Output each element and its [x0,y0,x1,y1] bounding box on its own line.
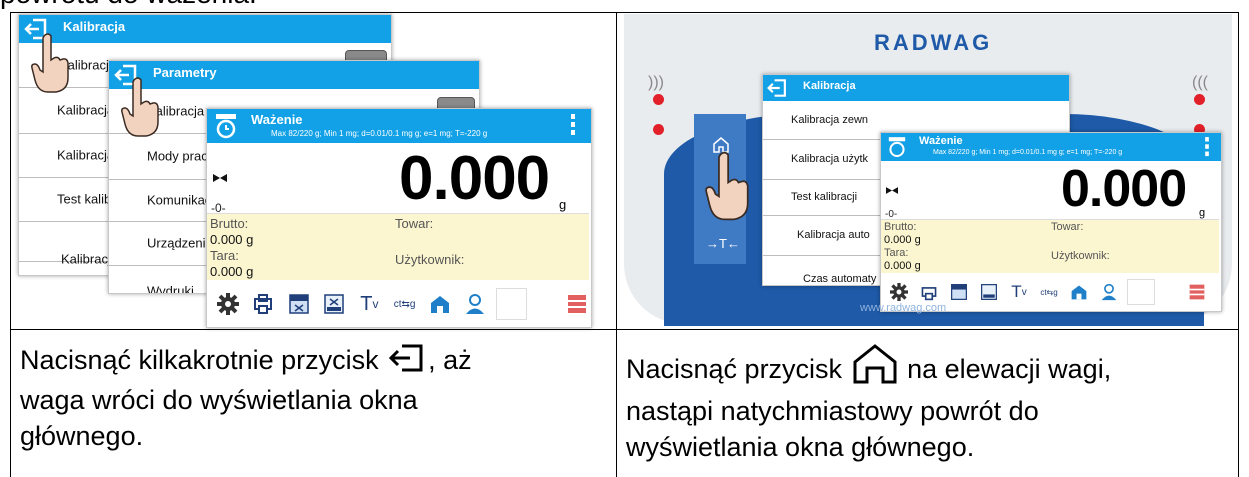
caption-line: , aż [428,345,472,375]
caption-line: Nacisnąć przycisk [626,354,843,384]
caption-line: głównego. [20,421,144,451]
info-panel: Brutto: 0.000 g Towar: Tara: 0.000 g Uży… [207,213,589,280]
records-icon[interactable] [1185,280,1209,304]
parameters-title-bar: Parametry [109,61,479,89]
empty-slot[interactable] [496,288,527,320]
weighing-subtitle: Max 82/220 g; Min 1 mg; d=0.01/0.1 mg g;… [933,149,1123,156]
database-icon[interactable] [1067,280,1091,304]
weighing-title-bar: Ważenie Max 82/220 g; Min 1 mg; d=0.01/0… [207,109,591,143]
red-led [653,94,664,105]
wifi-indicator-icon: ))) [648,74,664,91]
weight-reading: 0.000 [399,144,550,213]
tare-key[interactable]: →T← [706,236,740,251]
page-heading: powrotu do ważenia. [0,0,257,10]
stability-icon [213,169,227,187]
empty-slot[interactable] [1127,279,1155,305]
balance-icon [215,113,237,144]
gear-icon[interactable] [887,280,911,304]
hand-pointer-icon [30,32,70,99]
calibration-title: Kalibracja [803,80,856,92]
printer-icon[interactable] [249,289,277,319]
left-illustration: Kalibracja Kalibracja wewnętrzna Kalibra… [18,14,608,328]
weight-reading: 0.000 [1061,160,1187,218]
caption-line: na elewacji wagi, [907,354,1112,384]
user-icon[interactable] [461,289,489,319]
more-menu-icon[interactable] [1205,137,1209,162]
unit-change-icon[interactable]: ct⇆g [390,289,418,319]
weighing-window: Ważenie Max 82/220 g; Min 1 mg; d=0.01/0… [880,132,1222,312]
parameters-title: Parametry [153,65,217,80]
hand-pointer-icon [704,150,750,227]
calibration-title: Kalibracja [63,19,126,34]
weighing-title: Ważenie [251,112,303,127]
unit-change-icon[interactable]: ct⇆g [1037,280,1061,304]
weight-unit: g [559,197,567,212]
printer-icon[interactable] [917,280,941,304]
left-caption: Nacisnąć kilkakrotnie przycisk , aż waga… [20,342,610,454]
info-panel: Brutto: 0.000 g Towar: Tara: 0.000 g Uży… [881,219,1219,274]
caption-line: waga wróci do wyświetlania okna [20,385,418,415]
zero-icon[interactable] [320,289,348,319]
zero-icon[interactable] [977,280,1001,304]
wifi-indicator-icon: ((( [1192,74,1208,91]
right-caption: Nacisnąć przycisk na elewacji wagi, nast… [626,344,1236,465]
more-menu-icon[interactable] [571,114,575,141]
weighing-title: Ważenie [919,135,963,147]
brand-logo: RADWAG [874,30,993,55]
gear-icon[interactable] [214,289,242,319]
right-illustration: RADWAG ))) ((( →T← Kalibracja Kalibracja… [624,14,1232,326]
red-led [653,124,664,135]
caption-line: wyświetlania okna głównego. [626,432,975,462]
back-icon[interactable] [766,77,790,104]
database-icon[interactable] [426,289,454,319]
calibration-title-bar: Kalibracja [19,15,391,43]
function-toolbar: Tv ct⇆g [207,281,591,327]
user-icon[interactable] [1097,280,1121,304]
home-icon [852,344,898,393]
weighing-window: Ważenie Max 82/220 g; Min 1 mg; d=0.01/0… [206,108,592,328]
calibration-title-bar: Kalibracja [763,75,1069,101]
records-icon[interactable] [563,289,591,319]
tare-value-icon[interactable]: Tv [355,289,383,319]
caption-line: Nacisnąć kilkakrotnie przycisk [20,345,379,375]
website-label: www.radwag.com [860,302,947,314]
caption-line: nastąpi natychmiastowy powrót do [626,396,1039,426]
weight-unit: g [1199,207,1206,219]
red-led [1194,94,1205,105]
table-divider-vertical [616,12,617,477]
weighing-subtitle: Max 82/220 g; Min 1 mg; d=0.01/0.1 mg g;… [271,129,488,138]
balance-icon [888,136,906,163]
weighing-title-bar: Ważenie Max 82/220 g; Min 1 mg; d=0.01/0… [881,133,1221,161]
tare-icon[interactable] [947,280,971,304]
stability-icon [886,181,898,199]
tare-icon[interactable] [285,289,313,319]
tare-value-icon[interactable]: Tv [1007,280,1031,304]
hand-pointer-icon [120,76,160,143]
table-divider-horizontal [10,329,1239,330]
back-icon [388,343,426,382]
